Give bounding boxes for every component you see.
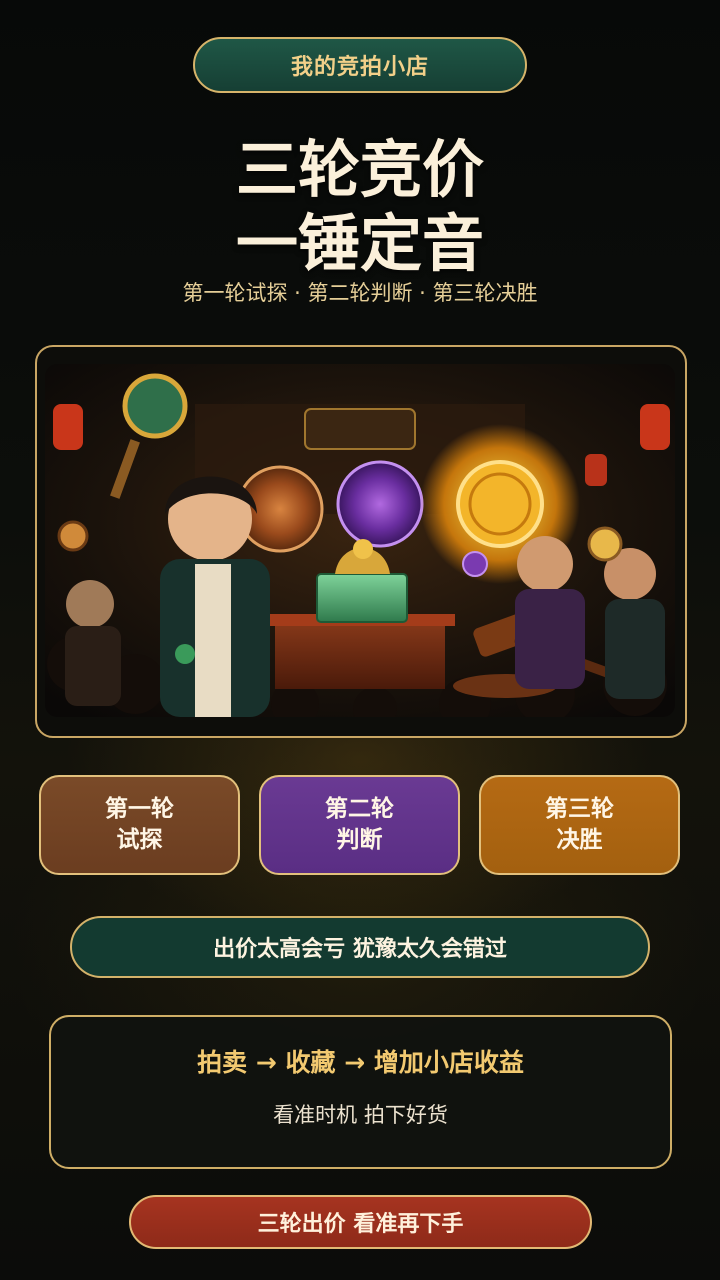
round-1-title: 第一轮 <box>105 796 174 822</box>
round-2-title: 第二轮 <box>325 796 394 822</box>
cta-button[interactable]: 三轮出价 看准再下手 <box>129 1195 592 1249</box>
round-3-title: 第三轮 <box>545 796 614 822</box>
flow-subtitle: 看准时机 拍下好货 <box>273 1103 448 1127</box>
headline-subtitle: 第一轮试探 · 第二轮判断 · 第三轮决胜 <box>182 281 538 305</box>
page: 我的竞拍小店 三轮竞价 一锤定音 第一轮试探 · 第二轮判断 · 第三轮决胜 第… <box>0 0 720 1280</box>
round-2-desc: 判断 <box>336 827 383 853</box>
round-3-desc: 决胜 <box>556 827 603 853</box>
auction-hero-illustration <box>45 364 675 717</box>
headline-line-2: 一锤定音 <box>235 207 484 280</box>
warning-banner: 出价太高会亏 犹豫太久会错过 <box>70 916 650 978</box>
round-1-desc: 试探 <box>116 827 163 853</box>
flow-card: 拍卖 → 收藏 → 增加小店收益 看准时机 拍下好货 <box>49 1015 672 1169</box>
cta-label: 三轮出价 看准再下手 <box>257 1212 464 1237</box>
shop-title-label: 我的竞拍小店 <box>290 55 429 80</box>
round-3-button[interactable]: 第三轮 决胜 <box>479 775 680 875</box>
flow-title: 拍卖 → 收藏 → 增加小店收益 <box>197 1048 524 1077</box>
round-1-button[interactable]: 第一轮 试探 <box>39 775 240 875</box>
warning-text: 出价太高会亏 犹豫太久会错过 <box>213 937 507 962</box>
round-2-button[interactable]: 第二轮 判断 <box>259 775 460 875</box>
shop-title-badge[interactable]: 我的竞拍小店 <box>193 37 527 93</box>
headline-line-1: 三轮竞价 <box>235 133 484 206</box>
